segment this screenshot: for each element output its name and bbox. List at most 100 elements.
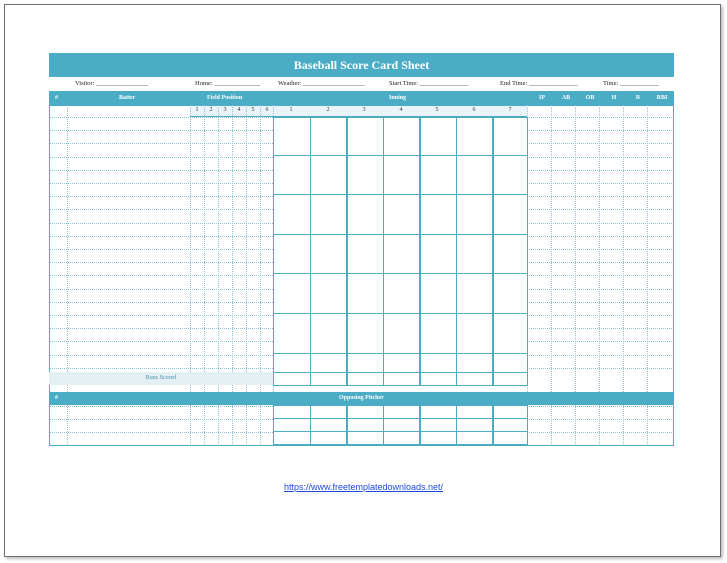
opposing-cell[interactable] <box>492 431 528 445</box>
inning-cell[interactable] <box>346 234 384 274</box>
inning-number: 4 <box>399 107 403 113</box>
inning-cell[interactable] <box>492 155 528 195</box>
inning-cell[interactable] <box>273 313 311 354</box>
opposing-cell[interactable] <box>383 418 421 432</box>
inning-cell[interactable] <box>346 155 384 195</box>
inning-cell[interactable] <box>310 117 348 156</box>
table-row-line <box>49 368 273 369</box>
inning-cell[interactable] <box>310 273 348 314</box>
inning-cell[interactable] <box>492 273 528 314</box>
inning-cell[interactable] <box>456 313 494 354</box>
table-row-line <box>49 196 273 197</box>
table-row-line <box>527 275 674 276</box>
table-row-line <box>49 236 273 237</box>
inning-cell[interactable] <box>383 234 421 274</box>
inning-cell[interactable] <box>492 194 528 235</box>
field-position-number: 6 <box>265 107 269 113</box>
opposing-cell[interactable] <box>346 405 384 419</box>
inning-cell[interactable] <box>346 117 384 156</box>
home-field[interactable]: Home: ______________ <box>195 80 260 87</box>
inning-cell[interactable] <box>383 155 421 195</box>
time-field[interactable]: Time: ____________ <box>603 80 659 87</box>
column-line <box>232 105 233 392</box>
inning-cell[interactable] <box>273 117 311 156</box>
header-batter: Batter <box>119 95 136 101</box>
opposing-cell[interactable] <box>310 431 348 445</box>
score-card-sheet: Baseball Score Card Sheet Visitor: _____… <box>49 53 674 446</box>
column-line <box>246 105 247 392</box>
opposing-cell[interactable] <box>273 418 311 432</box>
runs-scored-cell[interactable] <box>419 372 457 386</box>
opposing-cell[interactable] <box>383 405 421 419</box>
inning-cell[interactable] <box>456 117 494 156</box>
opposing-cell[interactable] <box>419 418 457 432</box>
inning-cell[interactable] <box>419 194 457 235</box>
runs-scored-cell[interactable] <box>492 372 528 386</box>
inning-cell[interactable] <box>456 155 494 195</box>
opposing-cell[interactable] <box>456 405 494 419</box>
opposing-cell[interactable] <box>456 418 494 432</box>
runs-scored-cell[interactable] <box>383 372 421 386</box>
inning-cell[interactable] <box>419 117 457 156</box>
opposing-row-line <box>49 406 273 407</box>
opposing-cell[interactable] <box>383 431 421 445</box>
inning-cell[interactable] <box>273 194 311 235</box>
inning-cell[interactable] <box>310 194 348 235</box>
header-num: # <box>55 95 58 101</box>
start-time-field[interactable]: Start Time: _______________ <box>389 80 468 87</box>
opposing-column-line <box>232 405 233 446</box>
opposing-cell[interactable] <box>346 431 384 445</box>
inning-cell[interactable] <box>310 234 348 274</box>
inning-cell[interactable] <box>492 117 528 156</box>
table-row-line <box>527 302 674 303</box>
inning-cell[interactable] <box>273 273 311 314</box>
table-row-line <box>527 170 674 171</box>
field-position-number: 4 <box>237 107 241 113</box>
inning-cell[interactable] <box>419 313 457 354</box>
runs-scored-cell[interactable] <box>346 372 384 386</box>
inning-cell[interactable] <box>419 273 457 314</box>
opposing-cell[interactable] <box>419 405 457 419</box>
table-row-line <box>49 143 273 144</box>
header-stat-h: H <box>611 95 617 101</box>
inning-cell[interactable] <box>383 117 421 156</box>
website-link[interactable]: https://www.freetemplatedownloads.net/ <box>0 482 727 492</box>
inning-cell[interactable] <box>383 273 421 314</box>
inning-cell[interactable] <box>346 313 384 354</box>
opposing-cell[interactable] <box>492 405 528 419</box>
opposing-cell[interactable] <box>419 431 457 445</box>
inning-cell[interactable] <box>456 273 494 314</box>
opposing-cell[interactable] <box>310 405 348 419</box>
runs-scored-cell[interactable] <box>310 372 348 386</box>
table-row-line <box>527 368 674 369</box>
runs-scored-cell[interactable] <box>273 372 311 386</box>
inning-cell[interactable] <box>310 313 348 354</box>
inning-cell[interactable] <box>419 155 457 195</box>
table-row-line <box>49 209 273 210</box>
table-row-line <box>527 341 674 342</box>
table-row-line <box>527 130 674 131</box>
opposing-cell[interactable] <box>492 418 528 432</box>
inning-cell[interactable] <box>383 313 421 354</box>
runs-scored-cell[interactable] <box>456 372 494 386</box>
inning-cell[interactable] <box>456 234 494 274</box>
opposing-column-line <box>623 405 624 446</box>
end-time-field[interactable]: End Time: _______________ <box>500 80 578 87</box>
visitor-field[interactable]: Visitor: ________________ <box>75 80 148 87</box>
weather-field[interactable]: Weather: ___________________ <box>278 80 365 87</box>
inning-cell[interactable] <box>456 194 494 235</box>
inning-cell[interactable] <box>310 155 348 195</box>
opposing-cell[interactable] <box>310 418 348 432</box>
inning-cell[interactable] <box>492 234 528 274</box>
inning-cell[interactable] <box>273 234 311 274</box>
opposing-cell[interactable] <box>273 431 311 445</box>
opposing-cell[interactable] <box>273 405 311 419</box>
inning-cell[interactable] <box>346 273 384 314</box>
inning-cell[interactable] <box>492 313 528 354</box>
inning-cell[interactable] <box>273 155 311 195</box>
inning-cell[interactable] <box>346 194 384 235</box>
opposing-cell[interactable] <box>456 431 494 445</box>
opposing-cell[interactable] <box>346 418 384 432</box>
inning-cell[interactable] <box>419 234 457 274</box>
inning-cell[interactable] <box>383 194 421 235</box>
